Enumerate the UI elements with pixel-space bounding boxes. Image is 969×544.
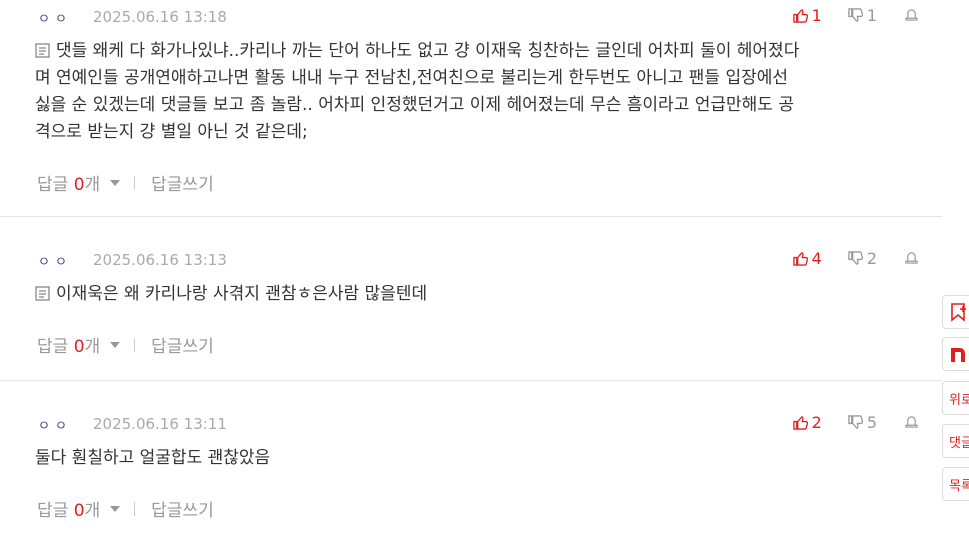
comment-line: 격으로 받는지 걍 별일 아닌 것 같은데;: [35, 122, 308, 142]
go-comments-label: 댓글: [949, 435, 969, 451]
caret-down-icon[interactable]: [110, 179, 121, 186]
comment-body: 이재욱은 왜 카리나랑 사겪지 괜참ㅎ은사람 많을텐데: [35, 281, 915, 308]
comment-item: ㅇㅇ 2025.06.16 13:11 2 5 둘다 훤칠하고 얼굴합도 괜찮았…: [0, 380, 942, 544]
comment-header: ㅇㅇ 2025.06.16 13:13 4 2: [38, 243, 918, 277]
comment-votes: 1 1: [792, 6, 918, 25]
dislike-button[interactable]: 2: [848, 249, 877, 268]
dislike-button[interactable]: 5: [848, 413, 877, 432]
comment-header: ㅇㅇ 2025.06.16 13:11 2 5: [38, 407, 918, 441]
scroll-top-button[interactable]: 위로: [942, 381, 969, 415]
reply-count: 0: [73, 337, 85, 357]
reply-toggle[interactable]: 답글 0개: [37, 496, 100, 521]
thumbs-down-icon: [848, 415, 863, 429]
report-button[interactable]: [905, 413, 918, 432]
comment-line: 며 연예인들 공개연애하고나면 활동 내내 누구 전남친,전여친으로 불리는게 …: [35, 68, 789, 88]
comment-footer: 답글 0개 답글쓰기: [37, 332, 214, 357]
dislike-button[interactable]: 1: [848, 6, 877, 25]
comment-item: ㅇㅇ 2025.06.16 13:13 4 2 이재욱은 왜 카리나랑 사겪지 …: [0, 216, 942, 380]
dislike-count: 2: [866, 249, 877, 268]
bookmark-button[interactable]: [942, 295, 969, 329]
like-count: 1: [811, 6, 822, 25]
comment-nickname[interactable]: ㅇㅇ: [38, 8, 72, 27]
reply-toggle[interactable]: 답글 0개: [37, 170, 100, 195]
naver-logo-icon: [951, 348, 965, 362]
caret-down-icon[interactable]: [110, 505, 121, 512]
comment-footer: 답글 0개 답글쓰기: [37, 496, 214, 521]
report-button[interactable]: [905, 249, 918, 268]
siren-icon: [905, 9, 918, 21]
comment-body: 둘다 훤칠하고 얼굴합도 괜찮았음: [35, 445, 915, 472]
thumbs-down-icon: [848, 251, 863, 265]
dislike-count: 5: [866, 413, 877, 432]
comment-text: 댓들 왜케 다 화가나있냐..카리나 까는 단어 하나도 없고 걍 이재욱 칭찬…: [56, 41, 800, 61]
comment-line: 싫을 순 있겠는데 댓글들 보고 좀 놀람.. 어차피 인정했던거고 이제 헤어…: [35, 95, 794, 115]
reply-label: 답글: [37, 501, 69, 521]
bookmark-plus-icon: [951, 303, 966, 322]
comment-votes: 4 2: [792, 249, 918, 268]
like-count: 4: [811, 249, 822, 268]
memo-icon: [35, 41, 56, 61]
divider: [134, 175, 136, 190]
thumbs-up-icon: [792, 252, 808, 266]
comment-votes: 2 5: [792, 413, 918, 432]
thumbs-up-icon: [792, 416, 808, 430]
comment-item: ㅇㅇ 2025.06.16 13:18 1 1 댓들 왜케 다 화가나있냐..카…: [0, 0, 942, 216]
naver-share-button[interactable]: [942, 337, 969, 371]
comment-date: 2025.06.16 13:11: [93, 415, 227, 433]
thumbs-down-icon: [848, 8, 863, 22]
memo-icon: [35, 284, 56, 304]
comment-line: 이재욱은 왜 카리나랑 사겪지 괜참ㅎ은사람 많을텐데: [35, 281, 915, 308]
like-button[interactable]: 1: [792, 6, 822, 25]
comment-footer: 답글 0개 답글쓰기: [37, 170, 214, 195]
comment-nickname[interactable]: ㅇㅇ: [38, 251, 72, 270]
caret-down-icon[interactable]: [110, 341, 121, 348]
comment-body: 댓들 왜케 다 화가나있냐..카리나 까는 단어 하나도 없고 걍 이재욱 칭찬…: [35, 38, 915, 146]
reply-count: 0: [73, 175, 85, 195]
write-reply-button[interactable]: 답글쓰기: [151, 170, 214, 195]
dislike-count: 1: [866, 6, 877, 25]
like-button[interactable]: 2: [792, 413, 822, 432]
divider: [134, 337, 136, 352]
write-reply-button[interactable]: 답글쓰기: [151, 332, 214, 357]
comment-header: ㅇㅇ 2025.06.16 13:18 1 1: [38, 0, 918, 34]
comment-date: 2025.06.16 13:13: [93, 251, 227, 269]
reply-unit: 개: [84, 501, 101, 521]
siren-icon: [905, 252, 918, 264]
write-reply-button[interactable]: 답글쓰기: [151, 496, 214, 521]
reply-label: 답글: [37, 337, 69, 357]
like-button[interactable]: 4: [792, 249, 822, 268]
reply-count: 0: [73, 501, 85, 521]
comment-list: ㅇㅇ 2025.06.16 13:18 1 1 댓들 왜케 다 화가나있냐..카…: [0, 0, 942, 544]
thumbs-up-icon: [792, 9, 808, 23]
reply-unit: 개: [84, 337, 101, 357]
comment-text: 이재욱은 왜 카리나랑 사겪지 괜참ㅎ은사람 많을텐데: [56, 284, 428, 304]
divider: [134, 501, 136, 516]
siren-icon: [905, 416, 918, 428]
reply-toggle[interactable]: 답글 0개: [37, 332, 100, 357]
scroll-top-label: 위로: [949, 392, 969, 408]
comment-nickname[interactable]: ㅇㅇ: [38, 415, 72, 434]
report-button[interactable]: [905, 6, 918, 25]
comment-date: 2025.06.16 13:18: [93, 8, 227, 26]
go-list-label: 목록: [949, 478, 969, 494]
reply-unit: 개: [84, 175, 101, 195]
go-comments-button[interactable]: 댓글: [942, 424, 969, 458]
reply-label: 답글: [37, 175, 69, 195]
comment-line: 둘다 훤칠하고 얼굴합도 괜찮았음: [35, 448, 271, 468]
go-list-button[interactable]: 목록: [942, 467, 969, 501]
comment-line: 댓들 왜케 다 화가나있냐..카리나 까는 단어 하나도 없고 걍 이재욱 칭찬…: [35, 38, 915, 65]
like-count: 2: [811, 413, 822, 432]
